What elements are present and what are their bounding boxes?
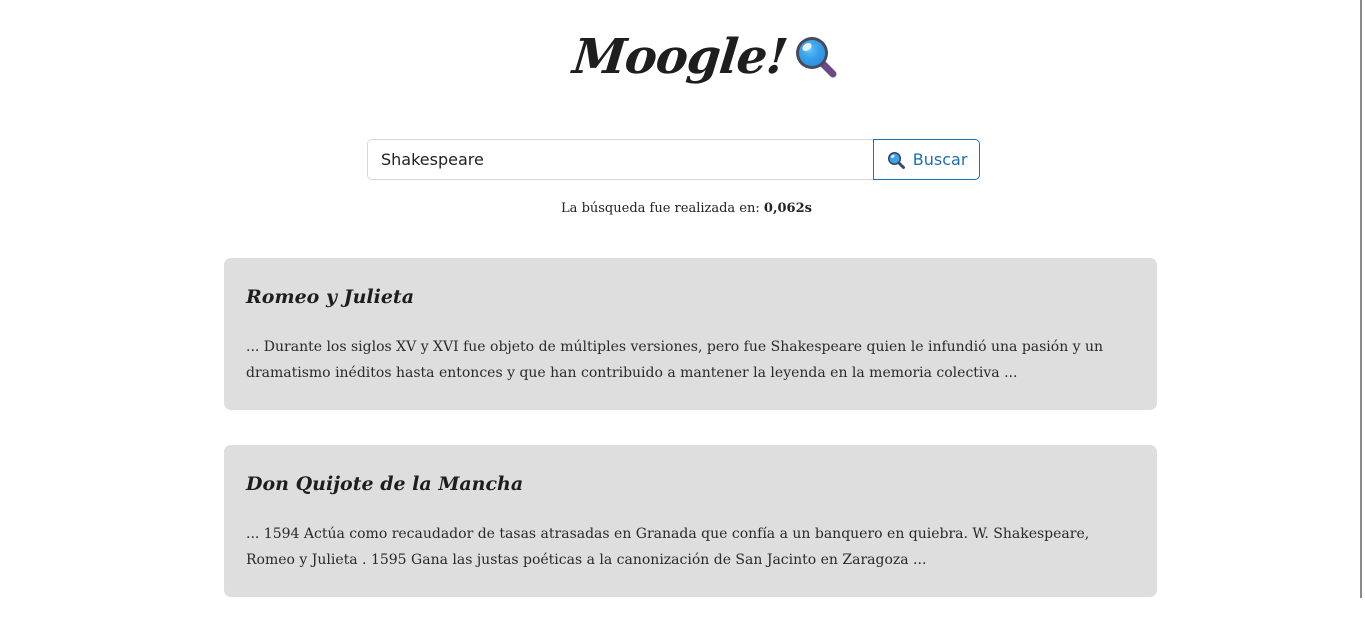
result-card: Romeo y Julieta ... Durante los siglos X… [224, 258, 1157, 410]
search-timing: La búsqueda fue realizada en: 0,062s [0, 201, 1365, 216]
result-title[interactable]: Romeo y Julieta [246, 286, 414, 308]
result-snippet: ... 1594 Actúa como recaudador de tasas … [246, 526, 1090, 568]
logo: Moogle! [570, 22, 841, 92]
timing-value: 0,062s [763, 201, 812, 216]
search-button-label: Buscar [912, 150, 968, 169]
scrollbar-thumb[interactable] [1360, 0, 1362, 598]
scrollbar[interactable] [1360, 0, 1365, 632]
timing-prefix: La búsqueda fue realizada en: [561, 201, 760, 216]
result-title[interactable]: Don Quijote de la Mancha [246, 473, 523, 495]
logo-text: Moogle! [570, 29, 790, 85]
search-icon [887, 151, 905, 169]
search-bar: Buscar [367, 139, 980, 180]
result-snippet: ... Durante los siglos XV y XVI fue obje… [246, 339, 1104, 381]
page: Moogle! Buscar [0, 0, 1365, 632]
search-button[interactable]: Buscar [873, 139, 980, 180]
search-input[interactable] [367, 139, 874, 180]
magnifying-glass-icon [795, 37, 837, 78]
result-card: Don Quijote de la Mancha ... 1594 Actúa … [224, 445, 1157, 597]
